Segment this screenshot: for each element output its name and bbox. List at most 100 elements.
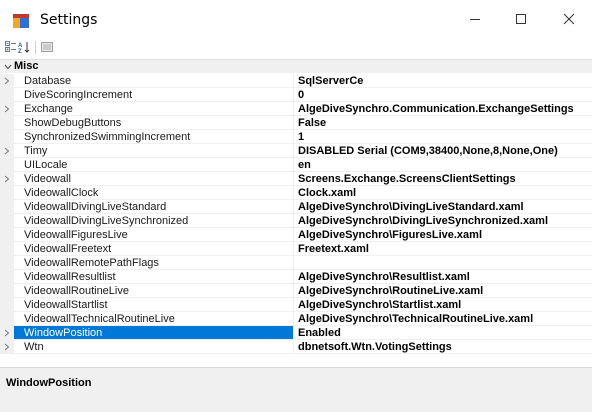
property-name[interactable]: VideowallDivingLiveSynchronized [14,214,293,228]
property-name[interactable]: Database [14,74,293,88]
row-gutter [0,256,14,270]
property-name[interactable]: VideowallDivingLiveStandard [14,200,293,214]
property-row[interactable]: Videowall Screens.Exchange.ScreensClientS… [0,172,592,186]
property-row[interactable]: VideowallResultlist AlgeDiveSynchro\Resul… [0,270,592,284]
property-row[interactable]: VideowallClock Clock.xaml [0,186,592,200]
property-pages-button[interactable] [40,40,54,54]
property-name[interactable]: VideowallClock [14,186,293,200]
property-row[interactable]: WindowPosition Enabled [0,326,592,340]
property-row[interactable]: VideowallRoutineLive AlgeDiveSynchro\Rout… [0,284,592,298]
property-value[interactable]: AlgeDiveSynchro\RoutineLive.xaml [294,284,592,298]
property-row[interactable]: VideowallFreetext Freetext.xaml [0,242,592,256]
row-gutter[interactable] [0,74,14,88]
row-gutter [0,312,14,326]
row-gutter[interactable] [0,326,14,340]
property-row[interactable]: VideowallTechnicalRoutineLive AlgeDiveSyn… [0,312,592,326]
property-row[interactable]: VideowallDivingLiveStandard AlgeDiveSynch… [0,200,592,214]
chevron-right-icon [4,105,10,113]
title-bar[interactable]: Settings [0,0,592,38]
property-name[interactable]: VideowallResultlist [14,270,293,284]
row-gutter[interactable] [0,340,14,354]
property-row[interactable]: SynchronizedSwimmingIncrement 1 [0,130,592,144]
property-value[interactable]: DISABLED Serial (COM9,38400,None,8,None,… [294,144,592,158]
svg-text:Z: Z [18,49,22,53]
row-gutter [0,242,14,256]
property-row[interactable]: VideowallDivingLiveSynchronized AlgeDiveS… [0,214,592,228]
row-gutter [0,88,14,102]
alphabetical-icon: A Z [18,42,30,53]
property-value[interactable]: 0 [294,88,592,102]
property-name[interactable]: Timy [14,144,293,158]
property-name[interactable]: VideowallFreetext [14,242,293,256]
property-row[interactable]: Wtn dbnetsoft.Wtn.VotingSettings [0,340,592,354]
chevron-right-icon [4,147,10,155]
property-name[interactable]: SynchronizedSwimmingIncrement [14,130,293,144]
property-value[interactable]: Enabled [294,326,592,340]
property-name[interactable]: ShowDebugButtons [14,116,293,130]
row-gutter [0,200,14,214]
property-value[interactable]: en [294,158,592,172]
property-value[interactable]: Clock.xaml [294,186,592,200]
property-row[interactable]: ShowDebugButtons False [0,116,592,130]
category-row-misc[interactable]: Misc [0,60,592,73]
property-name[interactable]: DiveScoringIncrement [14,88,293,102]
property-value[interactable]: AlgeDiveSynchro\TechnicalRoutineLive.xam… [294,312,592,326]
property-row[interactable]: DiveScoringIncrement 0 [0,88,592,102]
property-row[interactable]: Timy DISABLED Serial (COM9,38400,None,8,N… [0,144,592,158]
row-gutter [0,284,14,298]
property-value[interactable] [294,256,592,270]
row-gutter [0,228,14,242]
property-row[interactable]: VideowallStartlist AlgeDiveSynchro\Startl… [0,298,592,312]
property-value[interactable]: SqlServerCe [294,74,592,88]
property-value[interactable]: AlgeDiveSynchro\DivingLiveStandard.xaml [294,200,592,214]
property-name[interactable]: UILocale [14,158,293,172]
property-name[interactable]: VideowallRemotePathFlags [14,256,293,270]
row-gutter [0,270,14,284]
row-gutter [0,214,14,228]
property-row[interactable]: Database SqlServerCe [0,74,592,88]
categorized-button[interactable] [4,40,18,54]
property-value[interactable]: AlgeDiveSynchro.Communication.ExchangeSe… [294,102,592,116]
property-value[interactable]: 1 [294,130,592,144]
row-gutter [0,186,14,200]
property-value[interactable]: Freetext.xaml [294,242,592,256]
property-name[interactable]: VideowallRoutineLive [14,284,293,298]
collapse-toggle[interactable] [3,60,13,73]
row-gutter [0,298,14,312]
property-name[interactable]: VideowallFiguresLive [14,228,293,242]
property-name[interactable]: Videowall [14,172,293,186]
property-row[interactable]: VideowallFiguresLive AlgeDiveSynchro\Figu… [0,228,592,242]
property-name[interactable]: VideowallStartlist [14,298,293,312]
row-gutter [0,158,14,172]
property-pages-icon [41,42,53,52]
property-row[interactable]: Exchange AlgeDiveSynchro.Communication.Ex… [0,102,592,116]
close-button[interactable] [546,0,592,38]
chevron-right-icon [4,175,10,183]
alphabetical-button[interactable]: A Z [18,40,32,54]
property-value[interactable]: dbnetsoft.Wtn.VotingSettings [294,340,592,354]
property-value[interactable]: AlgeDiveSynchro\DivingLiveSynchronized.x… [294,214,592,228]
property-name[interactable]: VideowallTechnicalRoutineLive [14,312,293,326]
chevron-right-icon [4,77,10,85]
maximize-button[interactable] [498,0,544,38]
property-value[interactable]: AlgeDiveSynchro\FiguresLive.xaml [294,228,592,242]
row-gutter [0,116,14,130]
row-gutter[interactable] [0,172,14,186]
property-value[interactable]: Screens.Exchange.ScreensClientSettings [294,172,592,186]
property-value[interactable]: False [294,116,592,130]
property-name[interactable]: Exchange [14,102,293,116]
property-rows: Database SqlServerCe DiveScoringIncrement 0… [0,74,592,354]
close-icon [563,13,575,25]
chevron-right-icon [4,343,10,351]
property-value[interactable]: AlgeDiveSynchro\Resultlist.xaml [294,270,592,284]
property-name[interactable]: WindowPosition [14,326,293,340]
category-label: Misc [14,60,39,72]
row-gutter[interactable] [0,102,14,116]
property-value[interactable]: AlgeDiveSynchro\Startlist.xaml [294,298,592,312]
property-row[interactable]: UILocale en [0,158,592,172]
property-name[interactable]: Wtn [14,340,293,354]
chevron-right-icon [4,329,10,337]
minimize-button[interactable] [452,0,498,38]
row-gutter[interactable] [0,144,14,158]
property-row[interactable]: VideowallRemotePathFlags [0,256,592,270]
